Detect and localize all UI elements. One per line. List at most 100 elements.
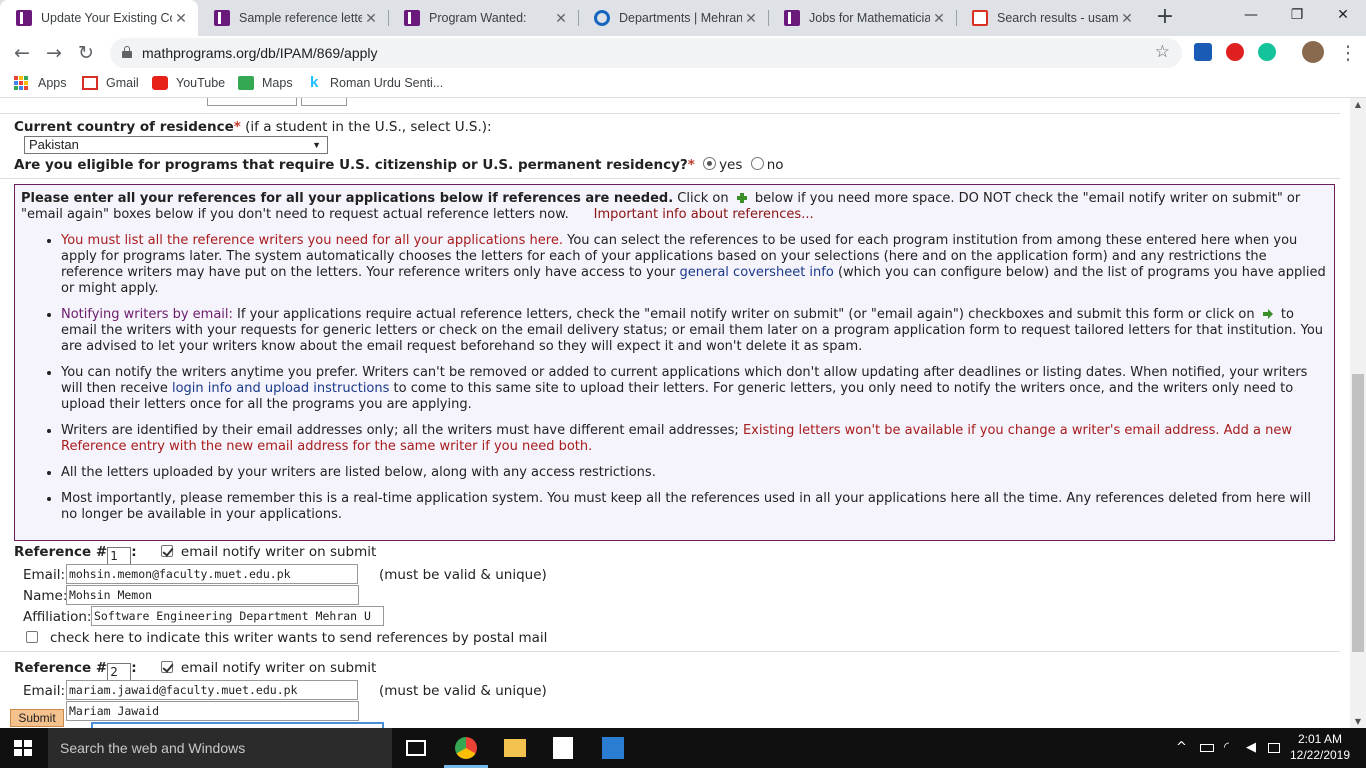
battery-icon[interactable] [1200, 744, 1214, 752]
country-note: (if a student in the U.S., select U.S.): [240, 119, 492, 135]
forward-button[interactable]: → [40, 39, 68, 67]
close-icon[interactable]: ✕ [552, 10, 570, 27]
email-hint: (must be valid & unique) [379, 567, 547, 583]
eligibility-no-label: no [766, 157, 784, 173]
taskbar-search-placeholder: Search the web and Windows [60, 740, 246, 756]
reference-heading-label: Reference # [14, 660, 108, 676]
reference-colon: : [131, 660, 137, 676]
reference-1-notify-checkbox[interactable] [160, 545, 173, 557]
new-tab-button[interactable]: + [1152, 4, 1178, 30]
bookmark-youtube[interactable]: YouTube [152, 76, 225, 90]
login-info-link[interactable]: login info and upload instructions [172, 381, 389, 396]
bullet-text: Most importantly, please remember this i… [61, 491, 1311, 522]
reload-button[interactable]: ↻ [72, 39, 100, 67]
close-icon[interactable]: ✕ [362, 10, 380, 27]
word-icon[interactable] [602, 737, 624, 759]
bookmark-label: Roman Urdu Senti... [330, 76, 444, 90]
keyboard-icon[interactable] [1268, 743, 1280, 753]
reference-1-postal-checkbox[interactable] [26, 631, 38, 643]
bookmark-star-icon[interactable]: ☆ [1155, 42, 1170, 62]
cutoff-input[interactable] [207, 98, 297, 106]
store-icon[interactable] [553, 737, 573, 759]
minimize-button[interactable]: — [1228, 0, 1274, 30]
scroll-up-arrow-icon[interactable]: ▲ [1350, 100, 1366, 109]
cutoff-input[interactable] [301, 98, 347, 106]
back-button[interactable]: ← [8, 39, 36, 67]
scrollbar-thumb[interactable] [1352, 374, 1364, 652]
volume-icon[interactable]: ◀ [1246, 740, 1256, 755]
extension-adblock-icon[interactable] [1226, 43, 1244, 61]
close-icon[interactable]: ✕ [742, 10, 760, 27]
important-info-link[interactable]: Important info about references... [594, 207, 814, 222]
task-view-icon[interactable] [406, 740, 426, 756]
notify-arrow-icon[interactable] [1262, 309, 1273, 319]
reference-1-affiliation-field[interactable]: Software Engineering Department Mehran U [91, 606, 384, 626]
references-info-box: Please enter all your references for all… [14, 184, 1335, 541]
postal-label: check here to indicate this writer wants… [50, 630, 548, 646]
close-icon[interactable]: ✕ [930, 10, 948, 27]
bookmark-apps[interactable]: Apps [14, 76, 67, 90]
tab-gmail-search[interactable]: Search results - usamaa ✕ [956, 0, 1144, 36]
clock-date: 12/22/2019 [1289, 748, 1351, 762]
reference-1-number-input[interactable]: 1 [107, 547, 132, 565]
list-item: You must list all the reference writers … [61, 233, 1328, 297]
reference-2-email-field[interactable]: mariam.jawaid@faculty.muet.edu.pk [66, 680, 358, 700]
extension-briefcase-icon[interactable] [1194, 43, 1212, 61]
eligibility-yes-radio[interactable] [703, 157, 717, 170]
windows-start-icon[interactable] [14, 740, 32, 756]
profile-avatar[interactable] [1302, 41, 1324, 63]
submit-button[interactable]: Submit [10, 709, 64, 727]
country-value: Pakistan [29, 137, 79, 152]
reference-1-postal-row: check here to indicate this writer wants… [26, 630, 547, 646]
coversheet-link[interactable]: general coversheet info [680, 265, 834, 280]
close-icon[interactable]: ✕ [172, 10, 190, 27]
notify-label: email notify writer on submit [180, 660, 377, 676]
youtube-icon [152, 76, 168, 90]
chrome-icon[interactable] [455, 737, 477, 759]
country-select[interactable]: Pakistan ▼ [24, 136, 328, 154]
reference-2-name-field[interactable]: Mariam Jawaid [66, 701, 359, 721]
wifi-icon[interactable]: ◜ [1224, 740, 1229, 755]
reference-1-heading: Reference #1: email notify writer on sub… [14, 544, 376, 565]
bookmark-gmail[interactable]: Gmail [82, 76, 139, 90]
taskbar-clock[interactable]: 2:01 AM 12/22/2019 [1288, 731, 1352, 763]
tab-jobs[interactable]: Jobs for Mathematician ✕ [768, 0, 956, 36]
bookmark-maps[interactable]: Maps [238, 76, 293, 90]
extension-grammarly-icon[interactable] [1258, 43, 1276, 61]
close-window-button[interactable]: ✕ [1320, 0, 1366, 30]
reference-heading-label: Reference # [14, 544, 108, 560]
divider [0, 651, 1340, 652]
reference-2-notify-checkbox[interactable] [160, 661, 173, 673]
maps-icon [238, 76, 254, 90]
url-text[interactable]: mathprograms.org/db/IPAM/869/apply [142, 45, 378, 61]
file-explorer-icon[interactable] [504, 739, 526, 757]
tab-program-wanted[interactable]: Program Wanted: ✕ [388, 0, 578, 36]
maximize-button[interactable]: ❐ [1274, 0, 1320, 30]
bookmarks-bar: Apps Gmail YouTube Maps k Roman Urdu Sen… [0, 70, 1366, 98]
tab-title: Search results - usamaa [997, 11, 1118, 25]
intro-text: Click on [673, 191, 733, 206]
tray-chevron-icon[interactable]: ^ [1176, 740, 1187, 755]
reference-colon: : [131, 544, 137, 560]
reference-1-name-field[interactable]: Mohsin Memon [66, 585, 359, 605]
menu-button[interactable]: ⋮ [1334, 39, 1362, 67]
bookmark-roman-urdu[interactable]: k Roman Urdu Senti... [310, 75, 444, 90]
ipam-icon [16, 10, 32, 26]
scroll-down-arrow-icon[interactable]: ▼ [1350, 717, 1366, 726]
eligibility-no-radio[interactable] [750, 157, 764, 170]
divider [0, 113, 1340, 114]
address-bar[interactable]: mathprograms.org/db/IPAM/869/apply ☆ [110, 38, 1182, 68]
tab-sample-reference[interactable]: Sample reference letter ✕ [198, 0, 388, 36]
gmail-icon [82, 76, 98, 90]
reference-1-email-field[interactable]: mohsin.memon@faculty.muet.edu.pk [66, 564, 358, 584]
close-icon[interactable]: ✕ [1118, 10, 1136, 27]
plus-icon [736, 193, 747, 203]
taskbar-search-box[interactable]: Search the web and Windows [48, 728, 392, 768]
tab-departments[interactable]: Departments | Mehran U ✕ [578, 0, 768, 36]
page-scrollbar[interactable]: ▲ ▼ [1350, 98, 1366, 728]
browser-toolbar: ← → ↻ mathprograms.org/db/IPAM/869/apply… [0, 36, 1366, 70]
required-mark: * [233, 119, 241, 135]
bullet-text: If your applications require actual refe… [232, 307, 1259, 322]
tab-update-existing[interactable]: Update Your Existing Co ✕ [0, 0, 198, 36]
reference-2-number-input[interactable]: 2 [107, 663, 132, 681]
